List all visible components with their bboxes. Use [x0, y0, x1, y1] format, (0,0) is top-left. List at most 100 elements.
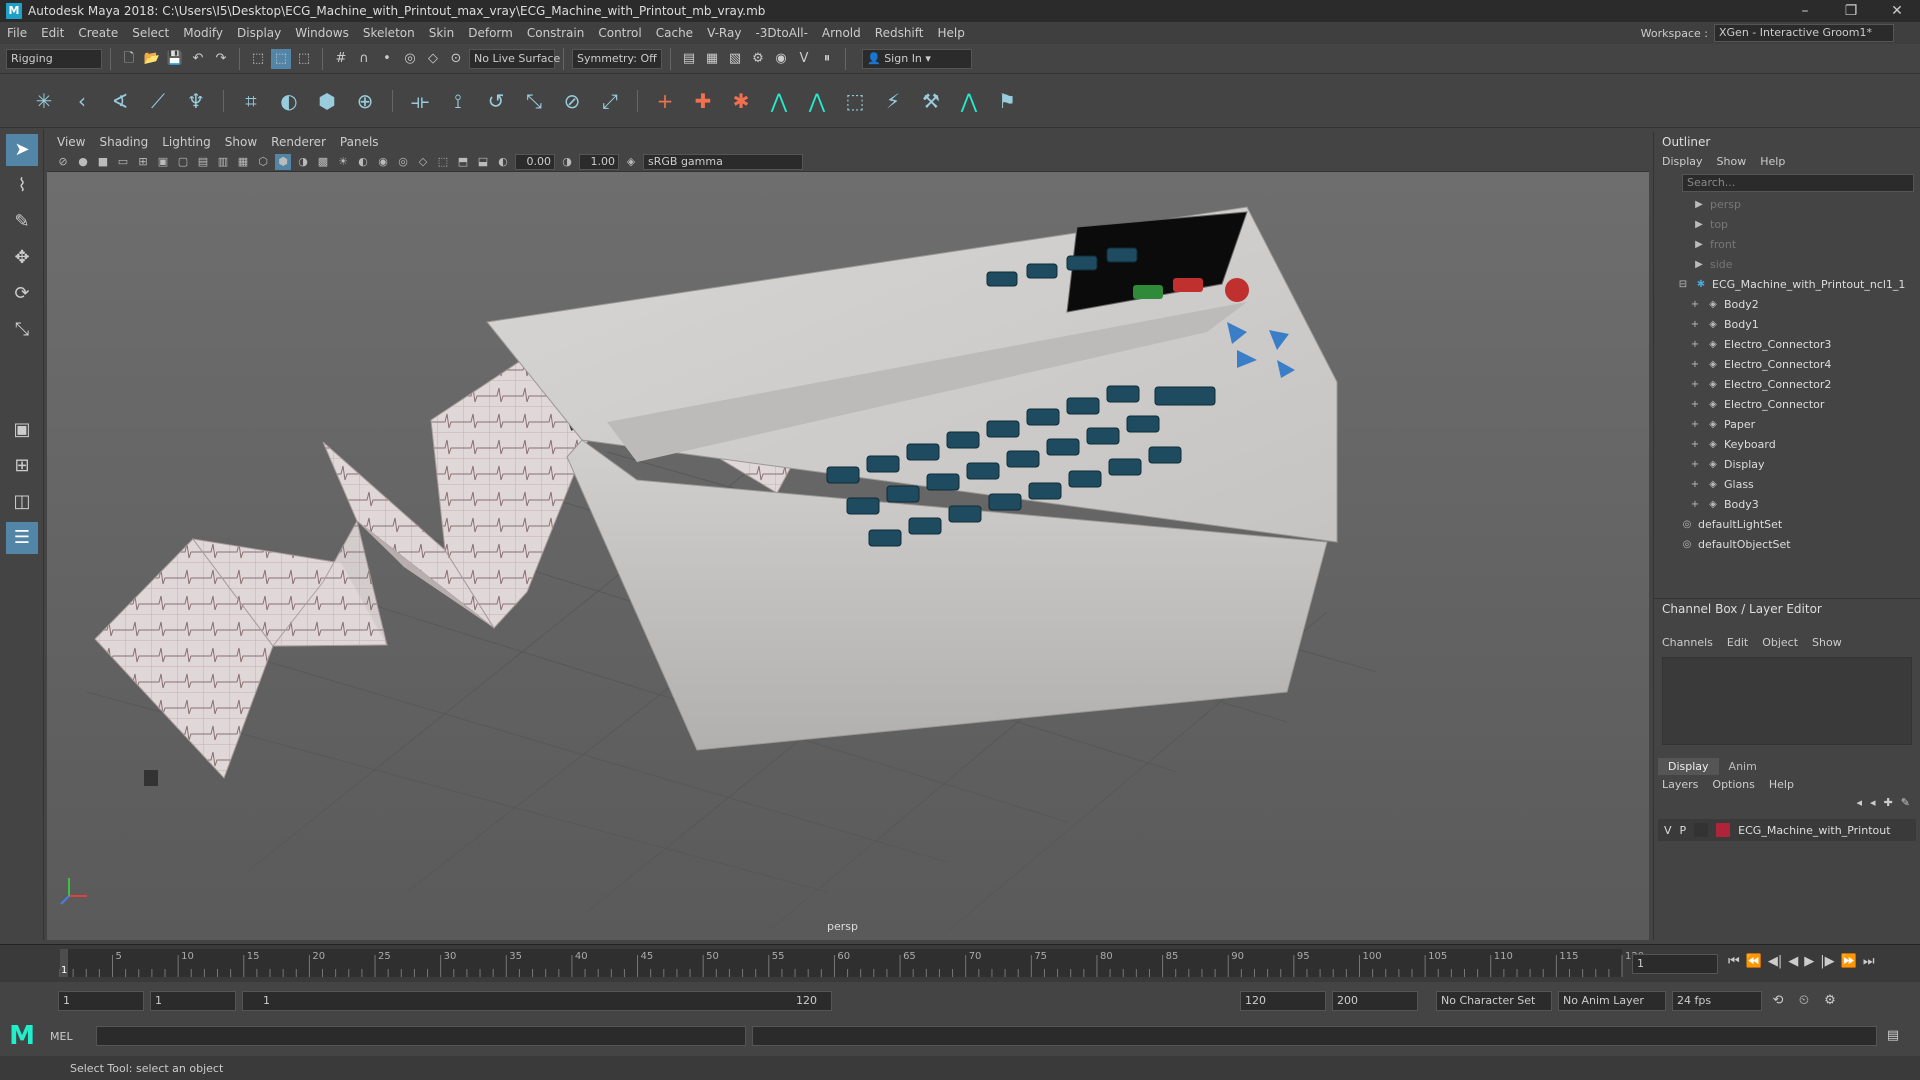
rotate-tool-icon[interactable]: ⟳	[6, 278, 38, 310]
outliner-item-electro-connector2[interactable]: + ◈ Electro_Connector2	[1654, 374, 1920, 394]
vray-icon[interactable]: V	[794, 49, 814, 69]
menu-modify[interactable]: Modify	[176, 26, 230, 40]
wireframe-icon[interactable]: ⬡	[255, 154, 271, 170]
camera-select-icon[interactable]: ⊘	[55, 154, 71, 170]
outliner-item-body3[interactable]: + ◈ Body3	[1654, 494, 1920, 514]
move-up-icon[interactable]: ◂	[1857, 796, 1863, 809]
script-editor-icon[interactable]: ▤	[1883, 1026, 1903, 1046]
fluid-icon[interactable]: ⚒	[915, 85, 947, 117]
step-back-key-icon[interactable]: ⏪	[1746, 954, 1762, 969]
outliner-item-side[interactable]: ▶ side	[1654, 254, 1920, 274]
playback-start-field[interactable]: 1	[150, 991, 236, 1011]
render-settings-icon[interactable]: ⚙	[748, 49, 768, 69]
menu-skeleton[interactable]: Skeleton	[356, 26, 422, 40]
go-to-start-icon[interactable]: ⏮	[1728, 954, 1740, 969]
select-component-icon[interactable]: ⬚	[294, 49, 314, 69]
menu-3dtoall[interactable]: -3DtoAll-	[748, 26, 814, 40]
restore-button[interactable]: ❐	[1828, 3, 1874, 19]
layer-type-toggle[interactable]	[1694, 823, 1709, 837]
single-view-icon[interactable]: ▣	[6, 414, 38, 446]
select-object-icon[interactable]: ⬚	[271, 48, 291, 69]
lights-icon[interactable]: ☀	[335, 154, 351, 170]
save-scene-icon[interactable]: 💾	[165, 49, 185, 69]
camera-attr-icon[interactable]: ●	[75, 154, 91, 170]
undo-icon[interactable]: ↶	[188, 49, 208, 69]
muscle-edit-icon[interactable]: ⋀	[801, 85, 833, 117]
outliner-menu-help[interactable]: Help	[1760, 155, 1785, 168]
aim-constraint-icon[interactable]: ⊘	[556, 85, 588, 117]
pole-vector-icon[interactable]: ⤢	[594, 85, 626, 117]
outliner-item-body1[interactable]: + ◈ Body1	[1654, 314, 1920, 334]
empty-slot-icon[interactable]: ⬚	[839, 85, 871, 117]
ao-icon[interactable]: ◉	[375, 154, 391, 170]
play-forward-icon[interactable]: ▶	[1804, 954, 1814, 969]
menu-redshift[interactable]: Redshift	[868, 26, 931, 40]
outliner-item-persp[interactable]: ▶ persp	[1654, 194, 1920, 214]
redo-icon[interactable]: ↷	[211, 49, 231, 69]
fps-dropdown[interactable]: 24 fps	[1672, 991, 1762, 1011]
quick-rig-icon[interactable]: ♆	[180, 85, 212, 117]
move-down-icon[interactable]: ◂	[1870, 796, 1876, 809]
outliner-item-display[interactable]: + ◈ Display	[1654, 454, 1920, 474]
vp-menu-show[interactable]: Show	[225, 135, 257, 149]
outliner-item-electro-connector4[interactable]: + ◈ Electro_Connector4	[1654, 354, 1920, 374]
tab-display[interactable]: Display	[1658, 758, 1719, 775]
auto-key-icon[interactable]: ⏲	[1794, 991, 1814, 1011]
exposure-field[interactable]: 0.00	[515, 153, 555, 170]
channel-list[interactable]	[1662, 657, 1912, 745]
parent-constraint-icon[interactable]: ⟛	[404, 85, 436, 117]
snap-live-icon[interactable]: ⊙	[446, 49, 466, 69]
live-surface-field[interactable]: No Live Surface	[469, 48, 560, 69]
outliner-item-root[interactable]: ⊟ ✱ ECG_Machine_with_Printout_ncl1_1	[1654, 274, 1920, 294]
scene-start-field[interactable]: 1	[58, 991, 144, 1011]
expand-icon[interactable]: +	[1688, 459, 1702, 470]
pause-icon[interactable]: ⏸	[817, 49, 837, 69]
menu-cache[interactable]: Cache	[649, 26, 700, 40]
menu-vray[interactable]: V-Ray	[700, 26, 748, 40]
humanik-icon[interactable]: ✱	[725, 85, 757, 117]
render-view-icon[interactable]: ▤	[679, 49, 699, 69]
channel-menu-edit[interactable]: Edit	[1727, 636, 1748, 649]
gamma-field[interactable]: 1.00	[579, 153, 619, 170]
vp-menu-panels[interactable]: Panels	[340, 135, 379, 149]
expand-icon[interactable]: +	[1688, 299, 1702, 310]
minimize-button[interactable]: –	[1782, 3, 1828, 19]
close-button[interactable]: ✕	[1874, 3, 1920, 19]
cluster-icon[interactable]: ⊕	[349, 85, 381, 117]
layer-menu-help[interactable]: Help	[1769, 778, 1794, 791]
outliner-item-electro-connector3[interactable]: + ◈ Electro_Connector3	[1654, 334, 1920, 354]
open-scene-icon[interactable]: 📂	[142, 49, 162, 69]
orient-constraint-icon[interactable]: ↺	[480, 85, 512, 117]
workspace-dropdown[interactable]: XGen - Interactive Groom1*	[1714, 24, 1894, 42]
smooth-bind-icon[interactable]: ⌗	[235, 85, 267, 117]
step-forward-key-icon[interactable]: ⏩	[1841, 954, 1857, 969]
menu-select[interactable]: Select	[125, 26, 176, 40]
sign-in-button[interactable]: 👤 Sign In ▾	[862, 48, 972, 69]
viewport-panel[interactable]: View Shading Lighting Show Renderer Pane…	[47, 132, 1649, 940]
paint-select-icon[interactable]: ✎	[6, 206, 38, 238]
tab-anim[interactable]: Anim	[1719, 758, 1767, 775]
menu-skin[interactable]: Skin	[422, 26, 462, 40]
scale-tool-icon[interactable]: ⤡	[6, 314, 38, 346]
mel-label[interactable]: MEL	[50, 1030, 90, 1043]
ik-spline-icon[interactable]: ∢	[104, 85, 136, 117]
muscle-icon[interactable]: ⋀	[763, 85, 795, 117]
expand-icon[interactable]: +	[1688, 379, 1702, 390]
scene-end-field[interactable]: 200	[1332, 991, 1418, 1011]
outliner-item-top[interactable]: ▶ top	[1654, 214, 1920, 234]
preferences-icon[interactable]: ⚙	[1820, 991, 1840, 1011]
shadows-icon[interactable]: ◐	[355, 154, 371, 170]
outliner-menu-display[interactable]: Display	[1662, 155, 1703, 168]
snap-grid-icon[interactable]: #	[331, 49, 351, 69]
select-tool-icon[interactable]: ➤	[6, 134, 38, 166]
snap-surface-icon[interactable]: ◇	[423, 49, 443, 69]
locator-joint-icon[interactable]: ✚	[687, 85, 719, 117]
layer-playback-toggle[interactable]: P	[1680, 824, 1687, 837]
four-view-icon[interactable]: ⊞	[6, 450, 38, 482]
layer-menu-options[interactable]: Options	[1712, 778, 1754, 791]
layer-color-swatch[interactable]	[1716, 823, 1731, 837]
ik-handle-icon[interactable]: ‹	[66, 85, 98, 117]
playback-end-field[interactable]: 120	[1240, 991, 1326, 1011]
resolution-gate-icon[interactable]: ▢	[175, 154, 191, 170]
smooth-shade-icon[interactable]: ⬢	[275, 153, 291, 170]
